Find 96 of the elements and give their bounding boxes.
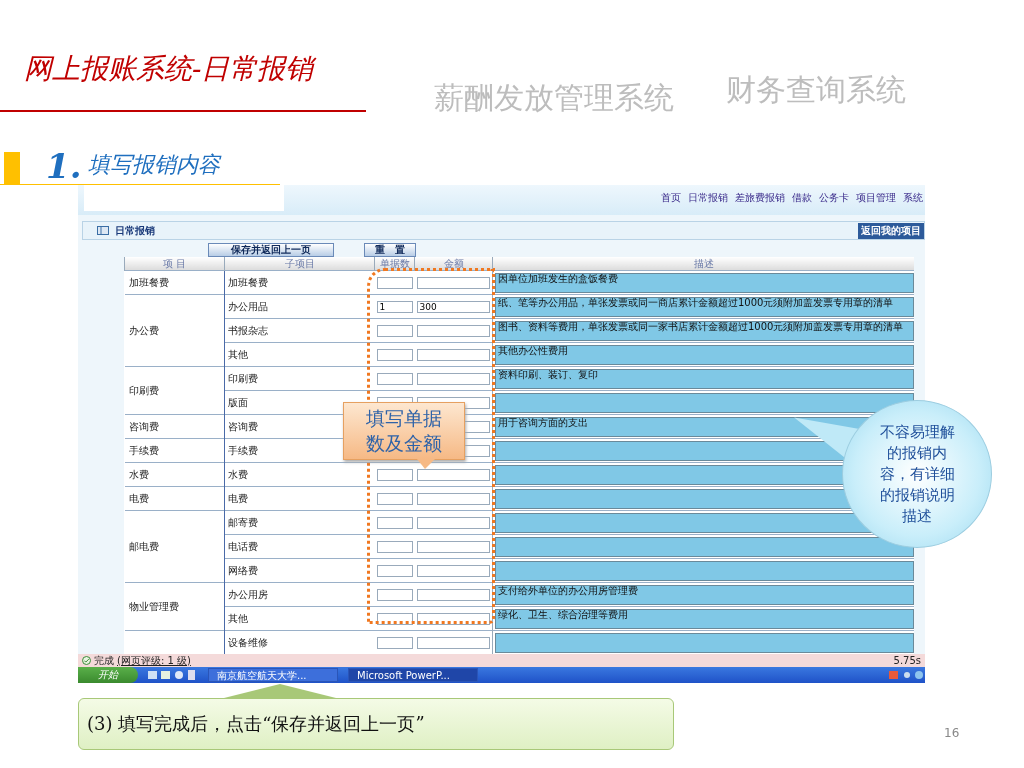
category-cell: 咨询费 (128, 420, 159, 432)
column-header: 项 目 (124, 257, 225, 271)
category-cell: 电费 (128, 492, 149, 504)
nav-link[interactable]: 系统 (903, 191, 923, 205)
rating-link[interactable]: (网页评级: 1 级) (117, 653, 191, 668)
amount-field[interactable] (416, 468, 490, 481)
subitem-cell: 其他 (228, 612, 248, 624)
nav-link[interactable]: 首页 (661, 191, 681, 205)
amount-field[interactable] (416, 324, 490, 337)
subitem-cell: 邮寄费 (228, 516, 258, 528)
count-field[interactable] (376, 540, 413, 553)
form-button[interactable]: 重 置 (364, 243, 416, 257)
footer-note: (3) 填写完成后，点击“保存并返回上一页” (78, 684, 674, 750)
category-cell: 印刷费 (128, 384, 159, 396)
count-field[interactable] (376, 612, 413, 625)
column-header: 子项目 (224, 257, 375, 271)
subitem-cell: 水费 (228, 468, 248, 480)
category-cell: 手续费 (128, 444, 159, 456)
category-cell: 水费 (128, 468, 149, 480)
nav-link[interactable]: 公务卡 (819, 191, 849, 205)
subitem-cell: 办公用房 (228, 588, 268, 600)
taskbar-button[interactable]: 南京航空航天大学... (208, 668, 338, 682)
description-field[interactable] (495, 536, 914, 557)
subitem-cell: 咨询费 (228, 420, 258, 432)
system-title: 财务查询系统 (726, 71, 906, 109)
amount-field[interactable] (416, 612, 490, 625)
start-button[interactable]: 开始 (78, 667, 138, 683)
description-field[interactable]: 资料印刷、装订、复印 (495, 368, 914, 389)
check-icon (82, 656, 91, 665)
subitem-cell: 印刷费 (228, 372, 258, 384)
amount-field[interactable] (416, 348, 490, 361)
description-field[interactable] (495, 632, 914, 653)
subitem-cell: 加班餐费 (228, 276, 268, 288)
amount-field[interactable] (416, 564, 490, 577)
form-button[interactable]: 保存并返回上一页 (208, 243, 334, 257)
section-title: 日常报销 (115, 223, 155, 238)
count-field[interactable] (376, 588, 413, 601)
column-header: 描述 (492, 257, 914, 271)
back-button[interactable]: 返回我的项目 (858, 222, 924, 239)
description-field[interactable] (495, 392, 914, 413)
count-field[interactable] (376, 276, 413, 289)
category-cell: 加班餐费 (128, 276, 169, 288)
category-cell: 办公费 (128, 324, 159, 336)
subitem-cell: 设备维修 (228, 636, 268, 648)
category-cell: 物业管理费 (128, 600, 179, 612)
status-text: 完成 (94, 653, 114, 668)
description-field[interactable] (495, 560, 914, 581)
count-field[interactable] (376, 324, 413, 337)
subitem-cell: 电话费 (228, 540, 258, 552)
taskbar-button[interactable]: Microsoft PowerP... (348, 668, 478, 682)
description-field[interactable]: 纸、笔等办公用品，单张发票或同一商店累计金额超过1000元须附加盖发票专用章的清单 (495, 296, 914, 317)
count-field[interactable] (376, 564, 413, 577)
step-title: 填写报销内容 (87, 151, 220, 179)
system-title: 薪酬发放管理系统 (434, 79, 674, 117)
amount-field[interactable] (416, 540, 490, 553)
count-field[interactable] (376, 492, 413, 505)
subitem-cell: 书报杂志 (228, 324, 268, 336)
amount-field[interactable] (416, 372, 490, 385)
amount-field[interactable] (416, 636, 490, 649)
load-time: 5.75s (893, 655, 921, 666)
amount-field[interactable] (416, 588, 490, 601)
subitem-cell: 版面 (228, 396, 248, 408)
amount-field[interactable] (416, 276, 490, 289)
description-field[interactable]: 支付给外单位的办公用房管理费 (495, 584, 914, 605)
page-number: 16 (944, 726, 960, 740)
quick-launch-icons[interactable] (148, 670, 198, 680)
table-icon (97, 226, 109, 235)
subitem-cell: 办公用品 (228, 300, 268, 312)
category-cell: 邮电费 (128, 540, 159, 552)
callout-tooltip: 填写单据数及金额 (343, 402, 465, 470)
nav-link[interactable]: 日常报销 (688, 191, 728, 205)
nav-link[interactable]: 差旅费报销 (735, 191, 785, 205)
description-field[interactable]: 图书、资料等费用，单张发票或同一家书店累计金额超过1000元须附加盖发票专用章的清单 (495, 320, 914, 341)
description-field[interactable]: 其他办公性费用 (495, 344, 914, 365)
subitem-cell: 网络费 (228, 564, 258, 576)
subitem-cell: 其他 (228, 348, 248, 360)
column-header: 单据数 (374, 257, 415, 271)
subitem-cell: 电费 (228, 492, 248, 504)
amount-field[interactable] (416, 492, 490, 505)
nav-link[interactable]: 借款 (792, 191, 812, 205)
tray-icons[interactable] (889, 670, 925, 680)
description-field[interactable]: 因单位加班发生的盒饭餐费 (495, 272, 914, 293)
count-field[interactable] (376, 636, 413, 649)
nav-link[interactable]: 项目管理 (856, 191, 896, 205)
description-field[interactable]: 绿化、卫生、综合治理等费用 (495, 608, 914, 629)
column-header: 金额 (414, 257, 493, 271)
subitem-cell: 手续费 (228, 444, 258, 456)
slide-title: 网上报账系统-日常报销 (0, 54, 330, 84)
count-field[interactable] (376, 348, 413, 361)
amount-field[interactable]: 300 (416, 300, 490, 313)
count-field[interactable]: 1 (376, 300, 413, 313)
count-field[interactable] (376, 372, 413, 385)
amount-field[interactable] (416, 516, 490, 529)
count-field[interactable] (376, 468, 413, 481)
count-field[interactable] (376, 516, 413, 529)
step-number: 1. (46, 148, 82, 184)
